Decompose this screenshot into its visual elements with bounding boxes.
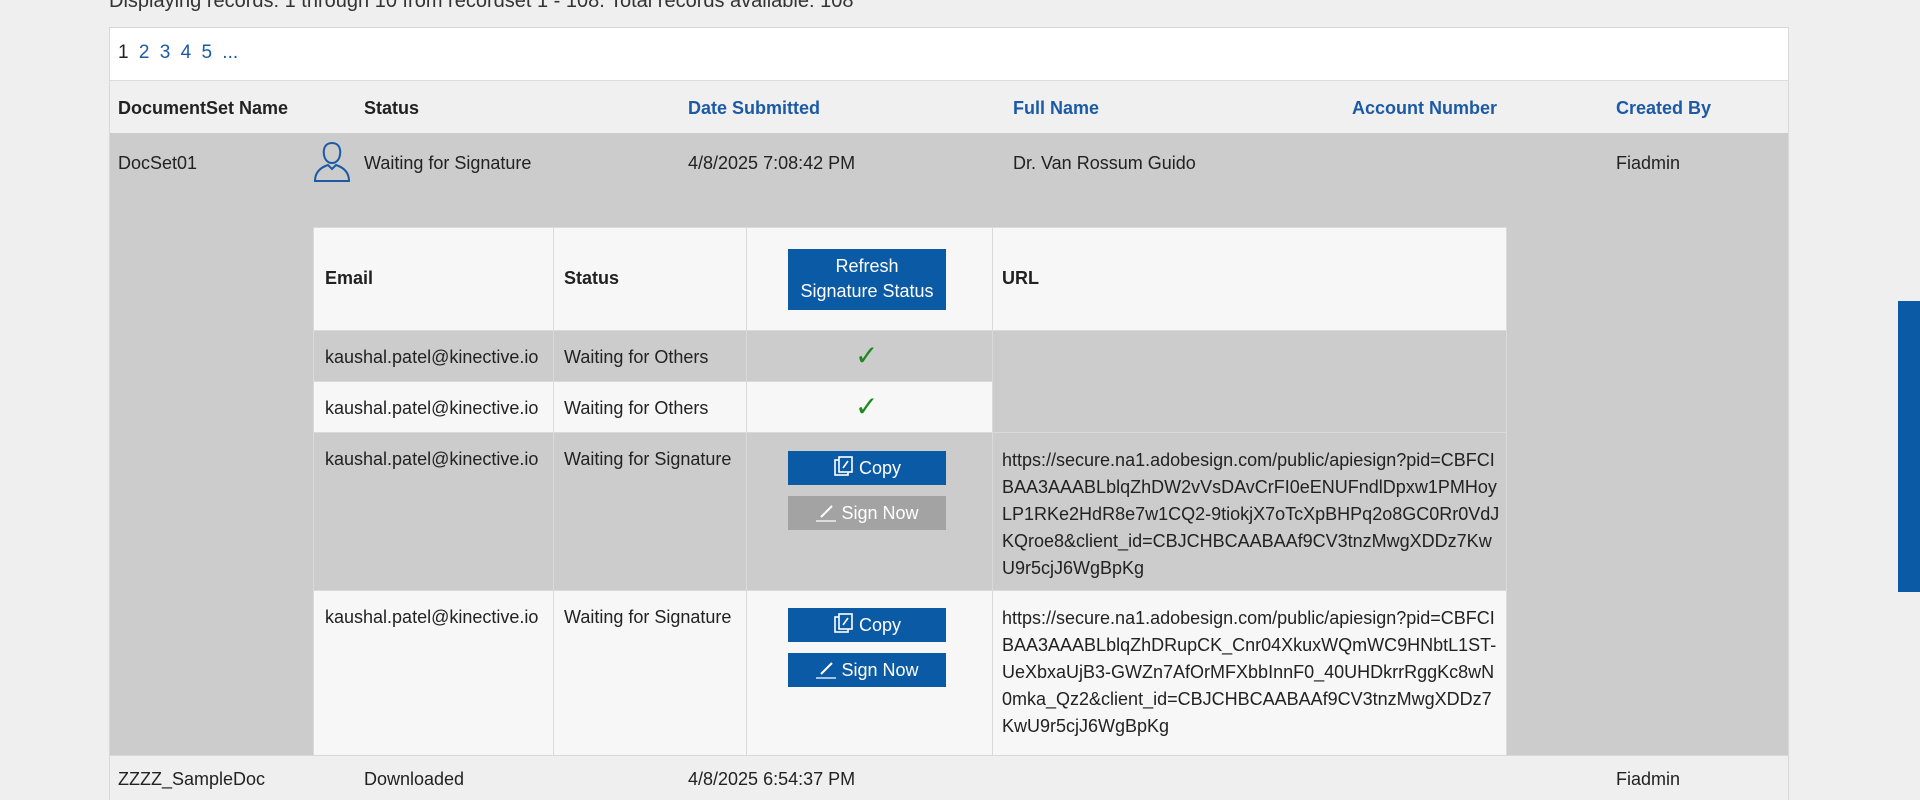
refresh-label-line2: Signature Status [800, 281, 934, 301]
col-status: Status [364, 98, 420, 118]
table-header: DocumentSet Name Status Date Submitted F… [110, 80, 1788, 133]
table-row: DocSet01 Waiting for Signature 4/8/2025 … [110, 133, 1788, 776]
sign-now-button-disabled: Sign Now [788, 496, 946, 530]
copy-button[interactable]: Copy [788, 608, 946, 642]
page-link-more[interactable]: ... [222, 42, 238, 63]
signers-col-email: Email [325, 268, 374, 288]
page-link-2[interactable]: 2 [139, 42, 150, 63]
col-account-number[interactable]: Account Number [1352, 98, 1497, 119]
signer-status: Waiting for Others [564, 347, 709, 367]
table-row: ZZZZ_SampleDoc Downloaded 4/8/2025 6:54:… [110, 755, 1788, 800]
page-link-4[interactable]: 4 [181, 42, 192, 63]
signer-url: https://secure.na1.adobesign.com/public/… [1002, 608, 1497, 736]
signers-header: Email Status Refresh Signature Status UR… [314, 228, 1506, 331]
date-submitted: 4/8/2025 7:08:42 PM [688, 153, 856, 173]
created-by: Fiadmin [1616, 769, 1681, 789]
signer-email: kaushal.patel@kinective.io [325, 449, 539, 469]
col-full-name[interactable]: Full Name [1013, 98, 1099, 119]
signer-email: kaushal.patel@kinective.io [325, 398, 539, 418]
signer-row: kaushal.patel@kinective.io Waiting for S… [314, 591, 1506, 776]
signer-url: https://secure.na1.adobesign.com/public/… [1002, 450, 1500, 578]
side-scroll-tab[interactable] [1898, 301, 1920, 592]
doc-status: Downloaded [364, 769, 465, 789]
signer-email: kaushal.patel@kinective.io [325, 607, 539, 627]
pen-icon [816, 505, 837, 522]
col-created-by[interactable]: Created By [1616, 98, 1711, 119]
refresh-signature-status-button[interactable]: Refresh Signature Status [788, 249, 946, 310]
page-current: 1 [118, 42, 129, 63]
copy-button[interactable]: Copy [788, 451, 946, 485]
divider [746, 228, 747, 776]
signers-table: Email Status Refresh Signature Status UR… [313, 227, 1507, 776]
page-link-3[interactable]: 3 [160, 42, 171, 63]
pen-icon [816, 662, 837, 679]
signer-row: kaushal.patel@kinective.io Waiting for S… [314, 433, 1506, 591]
docset-name: DocSet01 [118, 153, 198, 173]
check-icon: ✓ [855, 340, 879, 371]
sign-now-label: Sign Now [841, 660, 919, 680]
refresh-label-line1: Refresh [835, 256, 899, 276]
copy-label: Copy [858, 615, 902, 635]
divider [992, 228, 993, 776]
sign-now-label: Sign Now [841, 503, 919, 523]
page-link-5[interactable]: 5 [201, 42, 212, 63]
records-summary: Displaying records: 1 through 10 from re… [109, 0, 854, 12]
signer-email: kaushal.patel@kinective.io [325, 347, 539, 367]
pagination: 1 2 3 4 5 ... [110, 28, 1788, 80]
docset-name: ZZZZ_SampleDoc [118, 769, 266, 789]
copy-icon [834, 613, 853, 633]
full-name: Dr. Van Rossum Guido [1013, 153, 1196, 173]
divider [553, 228, 554, 776]
signer-status: Waiting for Signature [564, 607, 732, 627]
doc-status: Waiting for Signature [364, 153, 532, 173]
check-icon: ✓ [855, 391, 879, 422]
user-icon[interactable] [311, 139, 353, 183]
url-cell-empty [992, 331, 1506, 433]
sign-now-button[interactable]: Sign Now [788, 653, 946, 687]
signer-status: Waiting for Others [564, 398, 709, 418]
col-date-submitted[interactable]: Date Submitted [688, 98, 820, 119]
signers-col-url: URL [1002, 268, 1039, 288]
date-submitted: 4/8/2025 6:54:37 PM [688, 769, 856, 789]
created-by: Fiadmin [1616, 153, 1681, 173]
signers-col-status: Status [564, 268, 620, 288]
signer-status: Waiting for Signature [564, 449, 732, 469]
copy-label: Copy [858, 458, 902, 478]
copy-icon [834, 456, 853, 476]
records-panel: 1 2 3 4 5 ... DocumentSet Name Status Da… [109, 27, 1789, 800]
col-docset-name: DocumentSet Name [118, 98, 289, 118]
